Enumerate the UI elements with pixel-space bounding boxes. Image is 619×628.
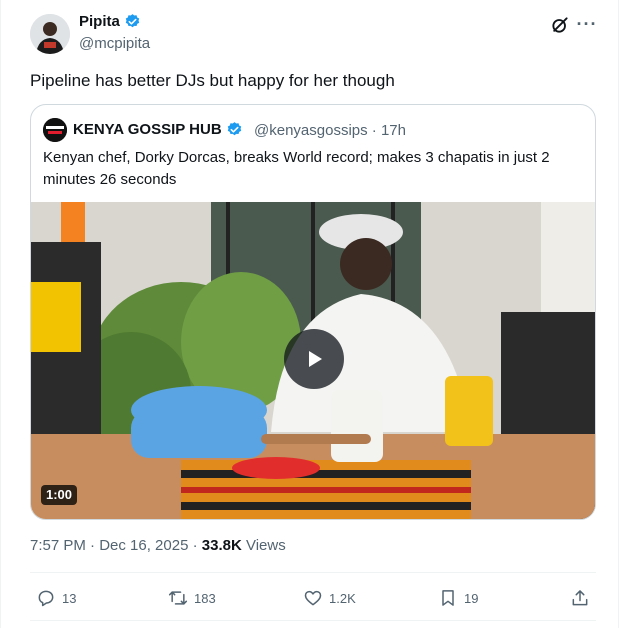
verified-badge-icon [227, 122, 241, 136]
quoted-author-name[interactable]: KENYA GOSSIP HUB [73, 121, 243, 138]
share-icon [572, 590, 588, 606]
tweet-card: Pipita @mcpipita ··· Pipeline has better… [0, 0, 619, 628]
share-button[interactable] [570, 584, 590, 612]
like-button[interactable]: 1.2K [303, 584, 356, 612]
heart-icon [304, 590, 322, 606]
bookmark-count: 19 [464, 590, 479, 606]
video-duration-badge: 1:00 [41, 485, 78, 505]
divider [30, 620, 596, 621]
view-count: 33.8K [201, 537, 242, 554]
quoted-author-avatar[interactable] [43, 118, 67, 142]
views-label: Views [241, 537, 286, 554]
quoted-author-handle-time[interactable]: @kenyasgossips · 17h [254, 122, 406, 139]
play-button[interactable] [284, 329, 344, 389]
grok-icon[interactable] [550, 15, 570, 35]
author-handle[interactable]: @mcpipita [79, 35, 150, 52]
video-player[interactable]: 1:00 [31, 202, 595, 519]
reply-button[interactable]: 13 [36, 584, 76, 612]
repost-icon [168, 591, 188, 605]
verified-badge-icon [125, 14, 140, 28]
quoted-author-name-text[interactable]: KENYA GOSSIP HUB [73, 121, 222, 138]
quoted-tweet-text: Kenyan chef, Dorky Dorcas, breaks World … [43, 149, 550, 188]
like-count: 1.2K [329, 590, 356, 606]
action-bar: 13 183 1.2K 19 [30, 584, 596, 612]
tweet-timestamp[interactable]: 7:57 PM · Dec 16, 2025 · [30, 537, 202, 554]
bookmark-button[interactable]: 19 [438, 584, 478, 612]
reply-count: 13 [62, 590, 77, 606]
quoted-tweet[interactable]: KENYA GOSSIP HUB @kenyasgossips · 17h Ke… [30, 104, 596, 520]
repost-button[interactable]: 183 [168, 584, 216, 612]
bookmark-icon [442, 590, 454, 606]
tweet-meta: 7:57 PM · Dec 16, 2025 · 33.8K Views [30, 537, 286, 554]
tweet-text: Pipeline has better DJs but happy for he… [30, 71, 395, 90]
play-icon [309, 351, 322, 367]
reply-icon [38, 590, 54, 607]
more-options-icon[interactable]: ··· [576, 13, 598, 35]
repost-count: 183 [194, 590, 216, 606]
author-name-text[interactable]: Pipita [79, 13, 120, 30]
author-avatar[interactable] [30, 14, 70, 54]
author-name[interactable]: Pipita [79, 13, 141, 30]
divider [30, 572, 596, 573]
